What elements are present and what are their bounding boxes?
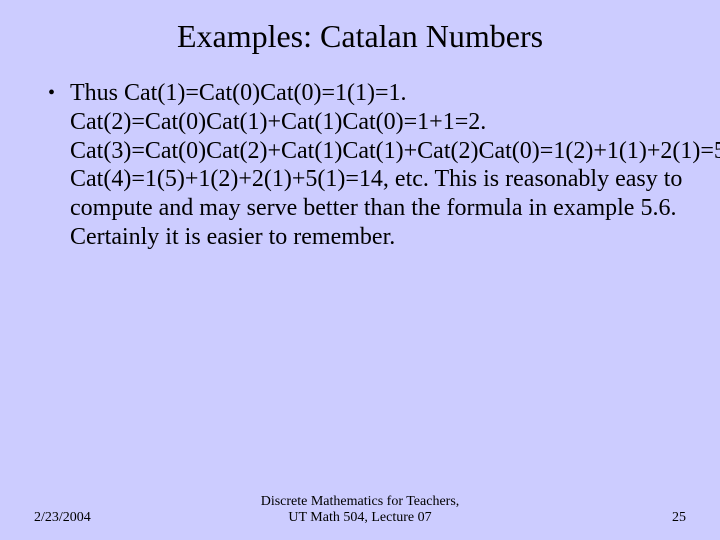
- footer-center-line1: Discrete Mathematics for Teachers,: [261, 494, 460, 509]
- footer-center: Discrete Mathematics for Teachers, UT Ma…: [154, 494, 566, 526]
- slide: Examples: Catalan Numbers Thus Cat(1)=Ca…: [0, 0, 720, 540]
- list-item-text: Thus Cat(1)=Cat(0)Cat(0)=1(1)=1. Cat(2)=…: [70, 80, 720, 250]
- footer-page: 25: [566, 510, 686, 526]
- bullet-list: Thus Cat(1)=Cat(0)Cat(0)=1(1)=1. Cat(2)=…: [48, 79, 684, 252]
- page-title: Examples: Catalan Numbers: [36, 18, 684, 55]
- footer-date: 2/23/2004: [34, 510, 154, 526]
- list-item: Thus Cat(1)=Cat(0)Cat(0)=1(1)=1. Cat(2)=…: [48, 79, 684, 252]
- footer: 2/23/2004 Discrete Mathematics for Teach…: [0, 494, 720, 526]
- footer-center-line2: UT Math 504, Lecture 07: [288, 510, 431, 525]
